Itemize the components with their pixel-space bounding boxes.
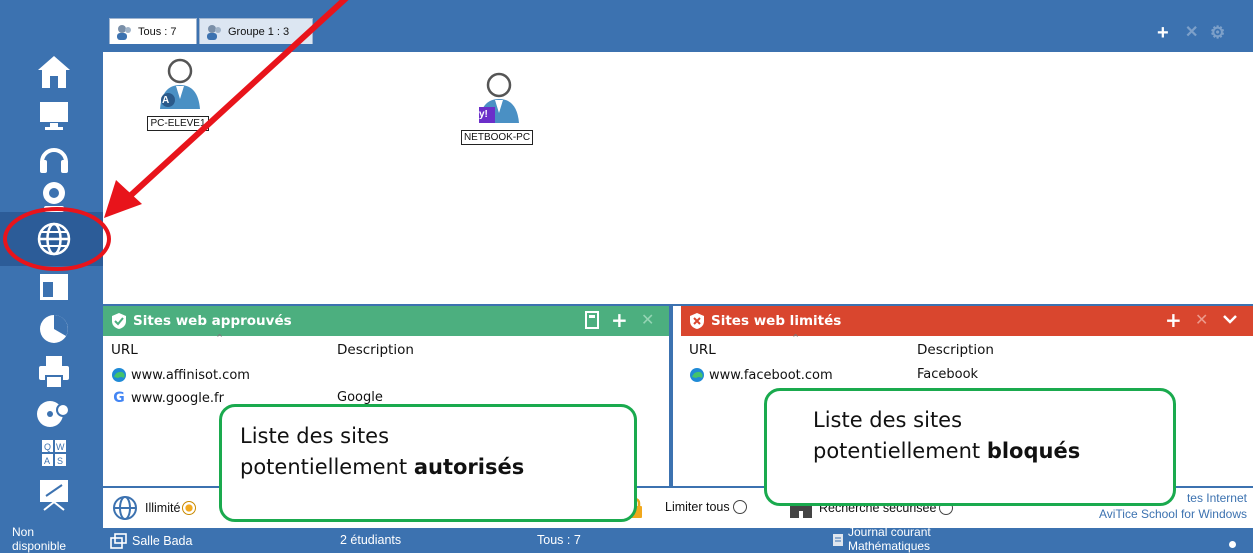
site-url: www.affinisot.com [131,367,250,383]
google-icon: G [113,390,125,406]
shield-check-icon [112,313,126,329]
add-icon[interactable]: + [1157,23,1169,43]
limited-panel-header: Sites web limités + ✕ [681,306,1253,336]
monitor-icon[interactable] [34,96,74,136]
globe-icon [113,496,137,520]
window-icon[interactable] [34,268,74,308]
list-item[interactable]: www.faceboot.com [689,367,833,383]
client-name: NETBOOK-PC [460,130,534,145]
client-badge: y! [479,109,488,120]
edge-browser-icon [690,368,704,382]
svg-text:W: W [56,442,65,452]
site-url: www.faceboot.com [709,367,833,383]
client-badge: A [162,95,170,106]
import-icon[interactable] [585,311,599,331]
availability-line-2: disponible [12,539,67,553]
approved-panel-header: Sites web approuvés + ✕ [103,306,669,336]
column-header-description[interactable]: Description [337,342,414,358]
students-count: 2 étudiants [340,533,402,547]
unlimited-radio[interactable] [182,501,197,515]
callout-right-line-2: potentiellement [813,439,987,463]
edge-browser-icon [112,368,126,382]
callout-left-line-1: Liste des sites [240,424,390,448]
chevron-down-icon[interactable] [1222,311,1238,329]
journal-line-2: Mathématiques [848,539,931,553]
limit-all-radio[interactable] [732,500,747,514]
approved-panel-title: Sites web approuvés [133,313,292,329]
tab-all-label: Tous : 7 [138,26,177,38]
student-avatar-icon [160,58,200,109]
callout-left-line-2: potentiellement [240,455,414,479]
top-tab-strip: Tous : 7 Groupe 1 : 3 + ✕ ⚙ [103,0,1253,52]
left-toolbar: Q W A S [0,0,103,553]
callout-right-line-1: Liste des sites [813,408,963,432]
column-header-url[interactable]: URL [111,342,138,358]
status-bar: Non disponible Salle Bada 2 étudiants To… [0,525,1253,553]
column-header-url[interactable]: URL [689,342,716,358]
limit-all-option[interactable]: Limiter tous [665,500,747,514]
site-url: www.google.fr [131,390,224,406]
printer-icon[interactable] [34,352,74,392]
svg-text:S: S [57,456,63,466]
add-icon[interactable]: + [1165,310,1182,330]
journal-icon [833,534,843,546]
room-status[interactable]: Salle Bada [110,533,192,549]
shield-block-icon [690,313,704,329]
users-group-icon [117,25,131,40]
client-pc-eleve1[interactable]: A PC-ELEVE1 [138,55,218,131]
tab-all[interactable]: Tous : 7 [109,18,197,44]
limit-all-label: Limiter tous [665,500,730,514]
close-icon[interactable]: ✕ [641,311,654,329]
list-item[interactable]: G www.google.fr [111,390,224,406]
webcam-icon[interactable] [34,178,74,218]
close-icon[interactable]: ✕ [1185,24,1198,42]
pie-chart-icon[interactable] [34,309,74,349]
close-icon[interactable]: ✕ [1195,311,1208,329]
brand-line-2: AviTice School for Windows [1098,507,1247,521]
web-globe-icon[interactable] [34,219,74,259]
home-icon[interactable] [34,52,74,92]
callout-allowed-sites: Liste des sites potentiellement autorisé… [219,404,637,522]
whiteboard-icon[interactable] [34,476,74,516]
status-dot [1229,541,1236,548]
gear-icon[interactable]: ⚙ [1210,24,1225,42]
column-header-description[interactable]: Description [917,342,994,358]
availability-status: Non disponible [12,525,66,553]
client-name: PC-ELEVE1 [147,116,209,131]
callout-right-bold: bloqués [986,439,1081,463]
add-icon[interactable]: + [611,310,628,330]
room-name: Salle Bada [132,534,193,548]
keyboard-icon[interactable]: Q W A S [34,434,74,474]
unlimited-label: Illimité [145,501,181,515]
client-netbook-pc[interactable]: y! NETBOOK-PC [453,69,541,145]
availability-line-1: Non [12,525,35,539]
unlimited-option[interactable]: Illimité [111,494,197,522]
headphones-icon[interactable] [34,138,74,178]
tab-group-1[interactable]: Groupe 1 : 3 [199,18,313,44]
list-item[interactable]: www.affinisot.com [111,367,651,383]
callout-blocked-sites: Liste des sites potentiellement bloqués [764,388,1176,506]
limited-panel-title: Sites web limités [711,313,842,329]
users-group-icon [207,25,221,40]
journal-status[interactable]: Journal courant Mathématiques [832,525,931,553]
svg-text:A: A [44,456,50,466]
client-canvas: A PC-ELEVE1 y! NETBOOK-PC [103,52,1253,306]
room-windows-icon [110,533,127,549]
site-description: Google [337,390,383,405]
callout-left-bold: autorisés [413,455,525,479]
tab-group-1-label: Groupe 1 : 3 [228,26,290,38]
sort-caret-icon: ⌃ [791,333,801,345]
media-disc-icon[interactable] [34,392,74,432]
journal-line-1: Journal courant [848,525,931,539]
sort-caret-icon: ⌃ [215,333,225,345]
svg-text:Q: Q [44,442,51,452]
site-description: Facebook [917,367,979,382]
student-avatar-icon [479,72,519,123]
all-count: Tous : 7 [537,533,581,547]
